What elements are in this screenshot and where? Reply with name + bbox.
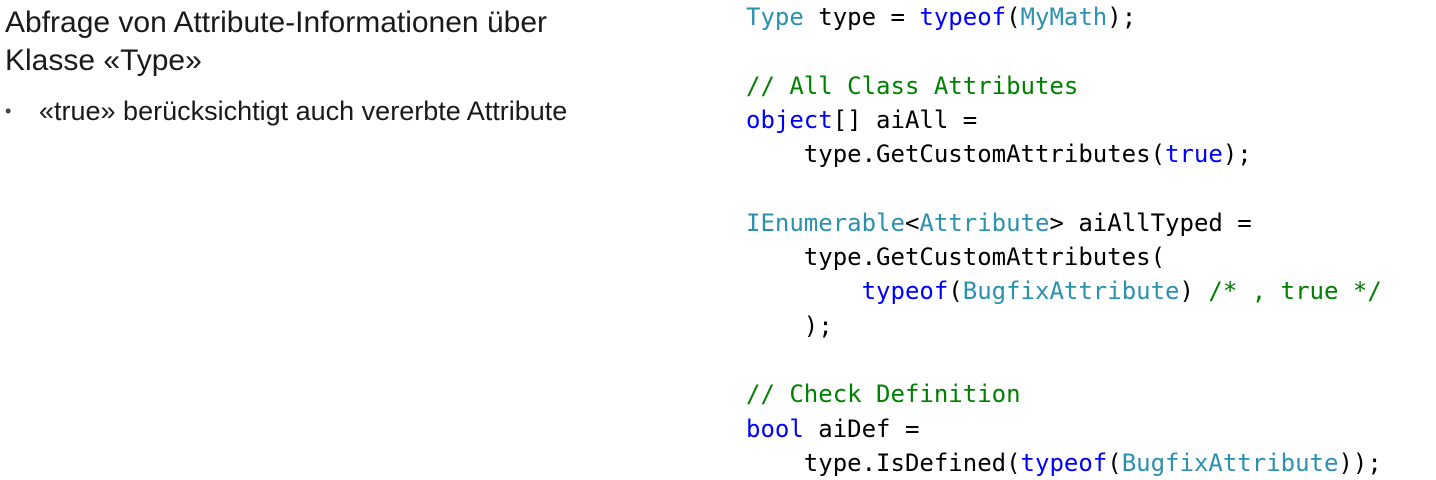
code-comment-token: // Check Definition — [746, 380, 1021, 409]
code-line: IEnumerable<Attribute> aiAllTyped = — [746, 206, 1434, 240]
code-text-token: ( — [948, 277, 963, 306]
code-text-token: type.GetCustomAttributes( — [746, 243, 1166, 272]
code-comment-token: // All Class Attributes — [746, 71, 1079, 100]
slide-title-line-2: Klasse «Type» — [5, 44, 202, 77]
code-text-token: ); — [1107, 3, 1137, 31]
code-text-token: aiDef = — [803, 414, 920, 443]
code-text-token: ); — [746, 311, 833, 340]
code-type-token: BugfixAttribute — [1121, 448, 1339, 477]
code-line: Type type = typeof(MyMath); — [746, 0, 1434, 34]
code-text-token: type.GetCustomAttributes( — [746, 140, 1166, 169]
bullet-list: • «true» berücksichtigt auch vererbte At… — [5, 94, 725, 128]
bullet-item: • «true» berücksichtigt auch vererbte At… — [5, 94, 725, 128]
code-line: object[] aiAll = — [746, 103, 1434, 137]
code-keyword-token: typeof — [919, 3, 1007, 31]
code-line: // Check Definition — [746, 377, 1434, 411]
code-line: type.GetCustomAttributes( — [746, 240, 1434, 274]
code-block: Type type = typeof(MyMath); // All Class… — [746, 0, 1434, 480]
code-text-token: ) — [1179, 277, 1209, 306]
code-line: // All Class Attributes — [746, 69, 1434, 103]
code-keyword-token: typeof — [861, 277, 949, 306]
code-keyword-token: bool — [746, 414, 804, 443]
code-text-token: )); — [1338, 448, 1382, 477]
code-line: typeof(BugfixAttribute) /* , true */ — [746, 274, 1434, 308]
code-text-token: ); — [1222, 140, 1252, 169]
code-text-token: type.IsDefined( — [746, 448, 1021, 477]
code-keyword-token: true — [1165, 140, 1223, 169]
code-type-token: IEnumerable — [746, 208, 905, 237]
code-type-token: Attribute — [919, 208, 1050, 237]
slide-title: Abfrage von Attribute-Informationen über… — [5, 4, 725, 80]
code-text-token: < — [904, 208, 920, 237]
code-text-token: > aiAllTyped = — [1049, 208, 1252, 237]
code-text-token: ( — [1006, 3, 1021, 31]
bullet-marker: • — [5, 101, 12, 121]
code-text-token: [] aiAll = — [832, 105, 978, 134]
code-comment-token: /* , true */ — [1208, 277, 1382, 306]
code-line: ); — [746, 309, 1434, 343]
code-keyword-token: object — [746, 105, 833, 134]
code-type-token: Type — [746, 3, 804, 31]
code-line: bool aiDef = — [746, 412, 1434, 446]
slide-text-column: Abfrage von Attribute-Informationen über… — [5, 0, 725, 128]
code-text-token: ( — [1107, 448, 1122, 477]
code-line: type.IsDefined(typeof(BugfixAttribute)); — [746, 446, 1434, 480]
code-type-token: MyMath — [1020, 3, 1108, 31]
code-keyword-token: typeof — [1020, 448, 1108, 477]
slide-title-line-1: Abfrage von Attribute-Informationen über — [5, 6, 547, 39]
bullet-text: «true» berücksichtigt auch vererbte Attr… — [39, 96, 568, 126]
code-type-token: BugfixAttribute — [962, 277, 1180, 306]
code-line: type.GetCustomAttributes(true); — [746, 137, 1434, 171]
code-text-token: type = — [803, 3, 920, 31]
